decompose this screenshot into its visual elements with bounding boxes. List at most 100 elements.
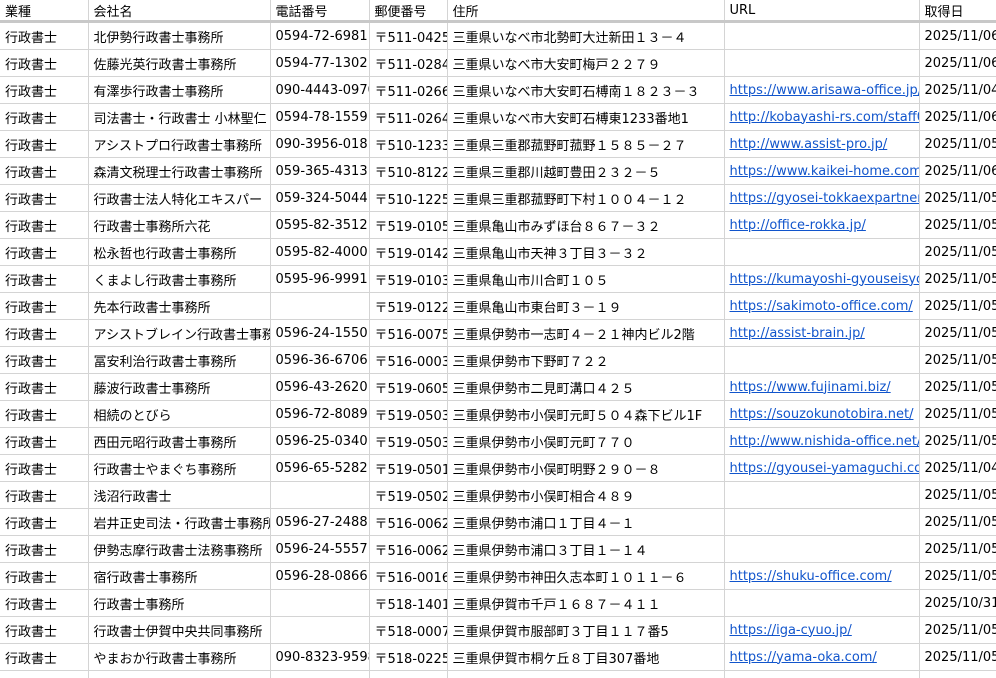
cell-tel[interactable]: [270, 589, 370, 617]
cell-date[interactable]: 2025/11/05: [919, 427, 996, 455]
url-link[interactable]: https://sakimoto-office.com/: [730, 299, 913, 314]
cell-url[interactable]: http://www.assist-pro.jp/: [724, 130, 920, 158]
cell-tel[interactable]: 090-4443-0970: [270, 76, 370, 104]
cell-name[interactable]: 伊勢志摩行政書士法務事務所: [88, 535, 271, 563]
url-link[interactable]: http://www.nishida-office.net/: [730, 434, 919, 449]
cell-addr[interactable]: 三重県伊勢市浦口１丁目４－１: [447, 508, 725, 536]
cell-url[interactable]: https://souzokunotobira.net/: [724, 400, 920, 428]
cell-name[interactable]: 行政書士事務所六花: [88, 211, 271, 239]
cell-addr[interactable]: 三重県三重郡菰野町下村１００４－１２: [447, 184, 725, 212]
cell-name[interactable]: 相続のとびら: [88, 400, 271, 428]
cell-url[interactable]: [724, 346, 920, 374]
cell-type[interactable]: 行政書士: [0, 481, 89, 509]
cell-type[interactable]: 行政書士: [0, 616, 89, 644]
cell-tel[interactable]: 059-324-5044: [270, 184, 370, 212]
cell-addr[interactable]: 三重県伊賀市服部町３丁目１１７番5: [447, 616, 725, 644]
cell-date[interactable]: 2025/11/05: [919, 400, 996, 428]
cell-url[interactable]: [724, 238, 920, 266]
cell-date[interactable]: 2025/11/05: [919, 346, 996, 374]
cell-zip[interactable]: 〒516-0075: [369, 319, 448, 347]
cell-name[interactable]: 行政書士法人特化エキスパー: [88, 184, 271, 212]
cell-name[interactable]: 行政書士事務所: [88, 589, 271, 617]
cell-tel[interactable]: 0596-25-0340: [270, 427, 370, 455]
cell-name[interactable]: 宿行政書士事務所: [88, 562, 271, 590]
cell-name[interactable]: 岩井正史司法・行政書士事務所: [88, 508, 271, 536]
cell-name[interactable]: アシストブレイン行政書士事務: [88, 319, 271, 347]
cell-name[interactable]: 有澤歩行政書士事務所: [88, 76, 271, 104]
cell-date[interactable]: 2025/11/06: [919, 49, 996, 77]
cell-addr[interactable]: 三重県三重郡菰野町菰野１５８５－２７: [447, 130, 725, 158]
cell-type[interactable]: 行政書士: [0, 238, 89, 266]
cell-date[interactable]: 2025/11/04: [919, 76, 996, 104]
cell-addr[interactable]: 三重県伊勢市一志町４－２１神内ビル2階: [447, 319, 725, 347]
cell-tel[interactable]: [270, 670, 370, 678]
cell-tel[interactable]: 0595-82-4000: [270, 238, 370, 266]
cell-url[interactable]: https://sakimoto-office.com/: [724, 292, 920, 320]
cell-name[interactable]: 松永哲也行政書士事務所: [88, 238, 271, 266]
cell-type[interactable]: 行政書士: [0, 346, 89, 374]
cell-tel[interactable]: 0596-43-2620: [270, 373, 370, 401]
cell-date[interactable]: 2025/11/06: [919, 157, 996, 185]
cell-addr[interactable]: 三重県亀山市天神３丁目３－３２: [447, 238, 725, 266]
header-cell-name[interactable]: 会社名: [88, 0, 271, 23]
cell-addr[interactable]: 三重県いなべ市大安町石榑東1233番地1: [447, 103, 725, 131]
cell-zip[interactable]: 〒518-1401: [369, 589, 448, 617]
cell-tel[interactable]: 0594-77-1302: [270, 49, 370, 77]
url-link[interactable]: https://www.arisawa-office.jp/%2: [730, 83, 919, 98]
cell-date[interactable]: 2025/11/05: [919, 616, 996, 644]
url-link[interactable]: http://www.assist-pro.jp/: [730, 137, 888, 152]
cell-name[interactable]: [88, 670, 271, 678]
cell-url[interactable]: [724, 21, 920, 50]
cell-url[interactable]: https://kumayoshi-gyouseisyoshi: [724, 265, 920, 293]
cell-date[interactable]: 2025/11/05: [919, 373, 996, 401]
cell-zip[interactable]: 〒519-0501: [369, 454, 448, 482]
cell-date[interactable]: 2025/11/05: [919, 643, 996, 671]
cell-url[interactable]: [724, 535, 920, 563]
cell-addr[interactable]: 三重県三重郡川越町豊田２３２－５: [447, 157, 725, 185]
cell-name[interactable]: 藤波行政書士事務所: [88, 373, 271, 401]
header-cell-date[interactable]: 取得日: [919, 0, 996, 23]
cell-addr[interactable]: 三重県伊勢市小俣町明野２９０－８: [447, 454, 725, 482]
cell-tel[interactable]: 0596-36-6706: [270, 346, 370, 374]
cell-addr[interactable]: 三重県いなべ市大安町石榑南１８２３－３: [447, 76, 725, 104]
cell-addr[interactable]: 三重県亀山市川合町１０５: [447, 265, 725, 293]
cell-type[interactable]: 行政書士: [0, 508, 89, 536]
cell-url[interactable]: https://gyousei-yamaguchi.com/: [724, 454, 920, 482]
url-link[interactable]: http://kobayashi-rs.com/staff02/: [730, 110, 919, 125]
cell-type[interactable]: 行政書士: [0, 562, 89, 590]
cell-url[interactable]: http://office-rokka.jp/: [724, 211, 920, 239]
cell-type[interactable]: 行政書士: [0, 400, 89, 428]
cell-url[interactable]: https://gyosei-tokkaexpartner.cor: [724, 184, 920, 212]
cell-zip[interactable]: 〒516-0062: [369, 535, 448, 563]
url-link[interactable]: https://www.kaikei-home.com/kiy: [730, 164, 919, 179]
cell-url[interactable]: http://www.nishida-office.net/: [724, 427, 920, 455]
cell-tel[interactable]: 090-3956-0181: [270, 130, 370, 158]
cell-addr[interactable]: 三重県伊勢市小俣町元町５０４森下ビル1F: [447, 400, 725, 428]
cell-name[interactable]: 北伊勢行政書士事務所: [88, 21, 271, 50]
cell-url[interactable]: https://iga-cyuo.jp/: [724, 616, 920, 644]
cell-date[interactable]: 2025/11/06: [919, 103, 996, 131]
cell-zip[interactable]: 〒518-0225: [369, 643, 448, 671]
url-link[interactable]: https://shuku-office.com/: [730, 569, 892, 584]
cell-type[interactable]: 行政書士: [0, 454, 89, 482]
cell-type[interactable]: 行政書士: [0, 184, 89, 212]
cell-date[interactable]: 2025/11/05: [919, 319, 996, 347]
cell-zip[interactable]: 〒519-0502: [369, 481, 448, 509]
cell-type[interactable]: 行政書士: [0, 265, 89, 293]
cell-name[interactable]: 先本行政書士事務所: [88, 292, 271, 320]
url-link[interactable]: https://www.fujinami.biz/: [730, 380, 891, 395]
cell-date[interactable]: 2025/11/05: [919, 508, 996, 536]
cell-tel[interactable]: [270, 481, 370, 509]
cell-zip[interactable]: 〒519-0105: [369, 211, 448, 239]
cell-name[interactable]: 浅沼行政書士: [88, 481, 271, 509]
cell-type[interactable]: 行政書士: [0, 535, 89, 563]
cell-zip[interactable]: 〒511-0425: [369, 21, 448, 50]
cell-url[interactable]: [724, 508, 920, 536]
cell-addr[interactable]: 三重県伊勢市下野町７２２: [447, 346, 725, 374]
cell-tel[interactable]: [270, 616, 370, 644]
header-cell-type[interactable]: 業種: [0, 0, 89, 23]
cell-type[interactable]: 行政書士: [0, 373, 89, 401]
cell-url[interactable]: [724, 670, 920, 678]
cell-date[interactable]: 2025/11/05: [919, 292, 996, 320]
cell-addr[interactable]: [447, 670, 725, 678]
